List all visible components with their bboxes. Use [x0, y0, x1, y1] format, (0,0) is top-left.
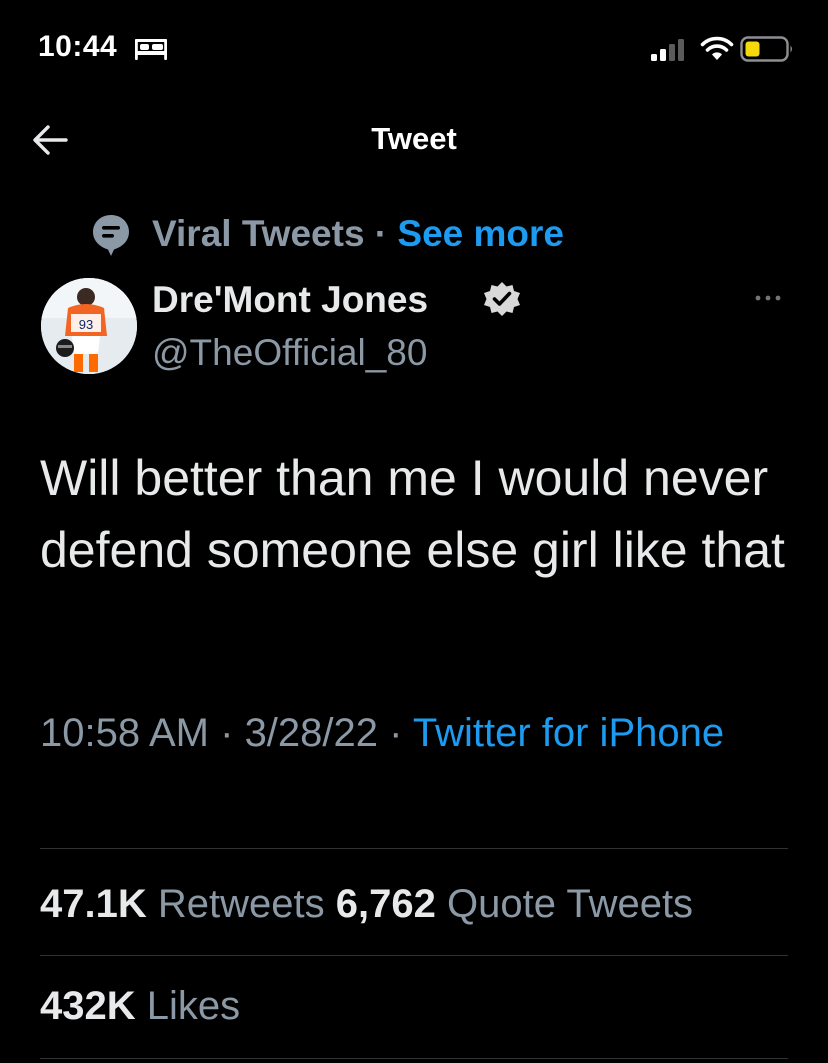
tweet-date: 3/28/22: [244, 711, 379, 755]
divider: [40, 955, 788, 956]
tweet-meta: 10:58 AM · 3/28/22 · Twitter for iPhone: [40, 705, 800, 761]
divider: [40, 1058, 788, 1059]
svg-text:93: 93: [79, 317, 93, 332]
avatar-image: 93: [41, 278, 137, 374]
tweet-time: 10:58 AM: [40, 711, 210, 755]
page-title: Tweet: [371, 121, 457, 156]
meta-separator: ·: [378, 711, 413, 755]
cellular-signal-icon: [651, 39, 684, 61]
see-more-link[interactable]: See more: [397, 213, 564, 254]
likes-count: 432K: [40, 984, 136, 1028]
engagement-stats: 47.1K Retweets 6,762 Quote Tweets: [40, 882, 693, 927]
quote-tweets-count: 6,762: [335, 882, 436, 926]
wifi-icon: [700, 36, 734, 60]
verified-badge-icon: [484, 282, 520, 316]
retweets-stat[interactable]: 47.1K Retweets: [40, 882, 325, 926]
author-name[interactable]: Dre'Mont Jones: [152, 279, 428, 321]
quote-tweets-label: Quote Tweets: [446, 882, 694, 926]
tweet-text: Will better than me I would never defend…: [40, 450, 785, 578]
tweet-source-link[interactable]: Twitter for iPhone: [413, 711, 724, 755]
divider: [40, 848, 788, 849]
quote-tweets-stat[interactable]: 6,762 Quote Tweets: [336, 882, 693, 926]
context-separator: ·: [364, 213, 398, 254]
more-options-icon[interactable]: [750, 290, 786, 306]
retweets-count: 47.1K: [40, 882, 147, 926]
likes-label: Likes: [146, 984, 241, 1028]
context-line: Viral Tweets · See more: [152, 213, 564, 255]
topic-bubble-icon: [93, 215, 129, 256]
status-time: 10:44: [38, 30, 118, 63]
battery-low-power-icon: [740, 36, 792, 62]
likes-stat[interactable]: 432K Likes: [40, 984, 240, 1029]
meta-separator: ·: [209, 711, 245, 755]
profile-avatar[interactable]: 93: [41, 278, 137, 374]
topic-label[interactable]: Viral Tweets: [152, 213, 365, 254]
retweets-label: Retweets: [157, 882, 325, 926]
bed-icon: [135, 39, 167, 60]
author-handle[interactable]: @TheOfficial_80: [152, 332, 427, 374]
